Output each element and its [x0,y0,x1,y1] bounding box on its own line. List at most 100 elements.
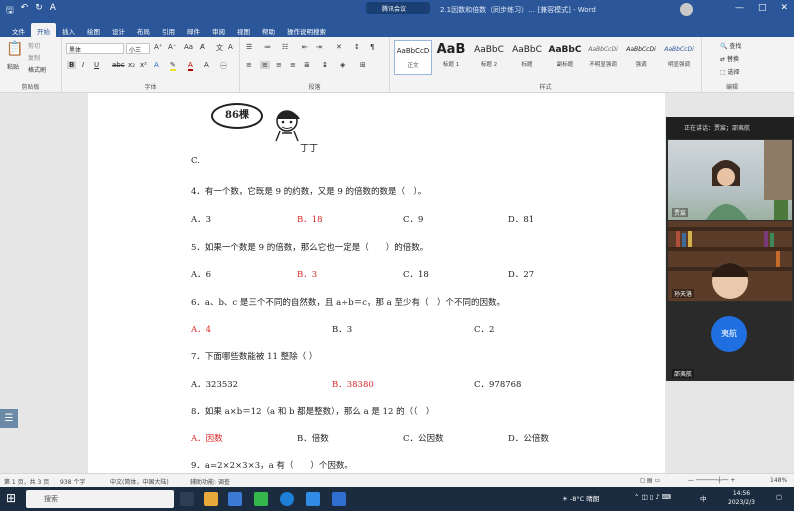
tab-file[interactable]: 文件 [6,23,31,37]
focus-mode-icon[interactable]: ◻ ▤ ▭ [640,477,660,484]
borders-icon[interactable]: ⊞ [360,61,366,69]
question-8[interactable]: 8．如果 a×b＝12（a 和 b 都是整数），那么 a 是 12 的（（ ） [191,405,434,417]
style-subtle-emphasis[interactable]: AaBbCcDi 不明显强调 [584,40,622,75]
strikethrough-icon[interactable]: abc [112,61,125,69]
char-shading-icon[interactable]: A [204,61,209,69]
edge-icon[interactable] [280,492,294,506]
font-color-icon[interactable]: A [188,61,193,71]
word-count[interactable]: 938 个字 [60,477,85,486]
start-icon[interactable]: ⊞ [6,491,20,505]
paste-icon[interactable]: 📋 [6,41,23,57]
clear-format-icon[interactable]: A̸ [200,43,205,51]
q6-option-b[interactable]: B．3 [332,323,352,335]
line-spacing-icon[interactable]: ↨ [322,61,328,69]
zoom-slider[interactable]: — ──────┼── + [688,477,735,484]
q5-option-a[interactable]: A．6 [191,268,211,280]
q6-option-a[interactable]: A．4 [191,323,211,335]
change-case-icon[interactable]: Aa [184,43,193,51]
font-size-select[interactable]: 小三 [126,43,150,54]
zoom-level[interactable]: 148% [770,477,787,484]
paste-button[interactable]: 粘贴 [7,62,19,71]
tray-icons[interactable]: ⌃ ◫ ▯ ♪ ⌨ [634,493,671,501]
style-heading-2[interactable]: AaBbC 标题 2 [470,40,508,75]
undo-icon[interactable]: ↶ [21,3,29,19]
close-button[interactable]: ✕ [780,3,788,13]
find-button[interactable]: 🔍 查找 [720,41,741,50]
numbering-icon[interactable]: ≔ [264,43,271,51]
redo-icon[interactable]: ↻ [35,3,43,19]
file-explorer-icon[interactable] [204,492,218,506]
style-subtitle[interactable]: AaBbC 副标题 [546,40,584,75]
tab-draw[interactable]: 绘图 [81,23,106,37]
multilevel-list-icon[interactable]: ☷ [282,43,288,51]
side-list-button[interactable]: ☰ [0,409,18,428]
replace-button[interactable]: ⇄ 替换 [720,54,739,63]
question-4[interactable]: 4．有一个数，它既是 9 的约数，又是 9 的倍数的数是（ ）。 [191,185,426,197]
shading-icon[interactable]: ◈ [340,61,345,69]
phonetic-icon[interactable]: 文 [216,43,223,53]
taskbar-search[interactable]: 搜索 [26,490,174,508]
align-left-icon[interactable]: ≡ [246,61,252,69]
tab-view[interactable]: 视图 [231,23,256,37]
q7-option-b[interactable]: B．38380 [332,378,374,390]
question-5[interactable]: 5．如果一个数是 9 的倍数，那么它也一定是（ ）的倍数。 [191,241,428,253]
tab-review[interactable]: 审阅 [206,23,231,37]
shrink-font-icon[interactable]: A⁻ [168,43,176,51]
q4-option-d[interactable]: D．81 [508,213,534,225]
notification-icon[interactable]: ▢ [776,493,782,501]
wechat-icon[interactable] [254,492,268,506]
q5-option-d[interactable]: D．27 [508,268,534,280]
task-view-icon[interactable] [180,492,194,506]
ime-indicator[interactable]: 中 [700,493,707,503]
increase-indent-icon[interactable]: ⇥ [316,43,322,51]
tab-home[interactable]: 开始 [31,23,56,37]
font-name-select[interactable]: 黑体 [66,43,124,54]
subscript-icon[interactable]: x₂ [128,61,135,69]
style-normal[interactable]: AaBbCcD 正文 [394,40,432,75]
justify-icon[interactable]: ≡ [290,61,296,69]
question-9[interactable]: 9．a=2×2×3×3，a 有（ ）个因数。 [191,459,353,471]
tell-me-search[interactable]: 操作说明搜索 [281,23,332,37]
word-icon[interactable] [332,492,346,506]
q4-option-a[interactable]: A．3 [191,213,211,225]
text-effects-icon[interactable]: A [154,61,159,69]
q7-option-c[interactable]: C．978768 [474,378,521,390]
show-marks-icon[interactable]: ¶ [370,43,374,51]
save-icon[interactable]: 🖫 [6,3,14,19]
video-tile-1[interactable]: 贾宸 [668,140,792,220]
tab-help[interactable]: 帮助 [256,23,281,37]
mail-icon[interactable] [228,492,242,506]
bold-icon[interactable]: B [67,61,77,69]
video-tile-3[interactable]: 夷航 邵夷航 [668,302,792,381]
tab-mailings[interactable]: 邮件 [181,23,206,37]
question-6[interactable]: 6．a、b、c 是三个不同的自然数，且 a÷b＝c，那 a 至少有（ ）个不同的… [191,296,505,308]
decrease-indent-icon[interactable]: ⇤ [302,43,308,51]
document-page[interactable]: 86棵 丁丁 C. 4．有一个数，它既是 9 的约数，又是 9 的倍数的数是（ … [88,93,665,473]
copy-button[interactable]: 复制 [28,53,40,62]
select-button[interactable]: ⬚ 选择 [720,67,740,76]
style-heading-1[interactable]: AaB 标题 1 [432,40,470,75]
q4-option-b[interactable]: B．18 [297,213,323,225]
style-intense-emphasis[interactable]: AaBbCcDi 明显强调 [660,40,698,75]
tab-layout[interactable]: 布局 [131,23,156,37]
q5-option-b[interactable]: B．3 [297,268,317,280]
clock[interactable]: 14:56 2023/2/3 [728,489,755,507]
q7-option-a[interactable]: A．323532 [191,378,238,390]
q5-option-c[interactable]: C．18 [403,268,429,280]
question-7[interactable]: 7．下面哪些数能被 11 整除（ ） [191,350,317,362]
sort-icon[interactable]: ↕ [354,43,360,51]
host-avatar-button[interactable]: 夷航 [711,316,747,352]
font-color-icon[interactable]: A [50,3,56,19]
style-title[interactable]: AaBbC 标题 [508,40,546,75]
chinese-layout-icon[interactable]: ✕ [336,43,342,51]
underline-icon[interactable]: U [94,61,99,69]
grow-font-icon[interactable]: A⁺ [154,43,162,51]
maximize-button[interactable]: □ [758,3,767,13]
tab-references[interactable]: 引用 [156,23,181,37]
meeting-indicator[interactable]: 腾讯会议 [366,2,430,14]
accessibility-indicator[interactable]: 辅助功能: 调查 [190,477,230,486]
meeting-app-icon[interactable] [306,492,320,506]
q8-option-b[interactable]: B．倍数 [297,432,329,444]
minimize-button[interactable]: — [735,3,744,13]
char-border-icon[interactable]: A [228,43,233,51]
